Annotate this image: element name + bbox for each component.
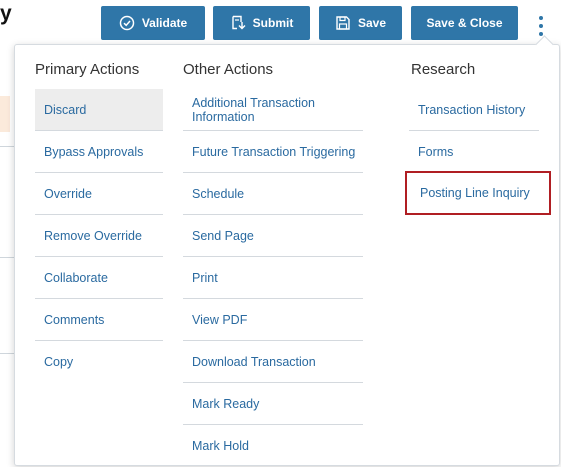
- save-close-button[interactable]: Save & Close: [411, 6, 518, 40]
- check-circle-icon: [119, 15, 135, 31]
- background-divider: [0, 146, 14, 147]
- menu-item-mark-hold[interactable]: Mark Hold: [183, 425, 363, 467]
- menu-item-posting-line-inquiry[interactable]: Posting Line Inquiry: [405, 171, 551, 215]
- validate-label: Validate: [141, 16, 188, 30]
- save-button[interactable]: Save: [319, 6, 402, 40]
- action-toolbar: Validate Submit Save Save & Close: [0, 6, 561, 42]
- menu-item-mark-ready[interactable]: Mark Ready: [183, 383, 363, 425]
- menu-item-print[interactable]: Print: [183, 257, 363, 299]
- submit-button[interactable]: Submit: [213, 6, 310, 40]
- background-banner: [0, 96, 10, 132]
- menu-item-view-pdf[interactable]: View PDF: [183, 299, 363, 341]
- menu-item-additional-transaction-information[interactable]: Additional Transaction Information: [183, 89, 363, 131]
- menu-item-forms[interactable]: Forms: [409, 131, 539, 173]
- background-divider: [0, 257, 14, 258]
- menu-item-collaborate[interactable]: Collaborate: [35, 257, 163, 299]
- menu-item-copy[interactable]: Copy: [35, 341, 163, 383]
- submit-label: Submit: [252, 16, 294, 30]
- primary-actions-heading: Primary Actions: [35, 61, 140, 78]
- validate-button[interactable]: Validate: [101, 6, 205, 40]
- menu-item-send-page[interactable]: Send Page: [183, 215, 363, 257]
- menu-item-comments[interactable]: Comments: [35, 299, 163, 341]
- research-heading: Research: [411, 61, 476, 78]
- other-actions-heading: Other Actions: [183, 61, 274, 78]
- submit-document-icon: [230, 15, 246, 31]
- background-divider: [0, 353, 14, 354]
- menu-item-transaction-history[interactable]: Transaction History: [409, 89, 539, 131]
- menu-item-future-transaction-triggering[interactable]: Future Transaction Triggering: [183, 131, 363, 173]
- menu-item-remove-override[interactable]: Remove Override: [35, 215, 163, 257]
- menu-item-bypass-approvals[interactable]: Bypass Approvals: [35, 131, 163, 173]
- menu-item-override[interactable]: Override: [35, 173, 163, 215]
- save-label: Save: [357, 16, 387, 30]
- save-close-label: Save & Close: [426, 16, 503, 30]
- more-actions-dropdown: Primary Actions Discard Bypass Approvals…: [14, 35, 560, 467]
- floppy-disk-icon: [335, 15, 351, 31]
- menu-item-download-transaction[interactable]: Download Transaction: [183, 341, 363, 383]
- menu-item-schedule[interactable]: Schedule: [183, 173, 363, 215]
- menu-item-discard[interactable]: Discard: [35, 89, 163, 131]
